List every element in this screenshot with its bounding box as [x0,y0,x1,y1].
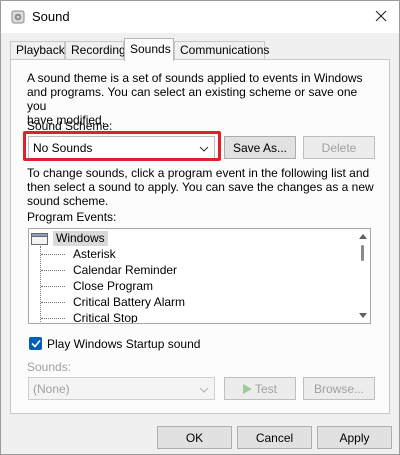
chevron-down-icon [199,143,209,153]
intro-line: A sound theme is a set of sounds applied… [27,71,363,85]
scrollbar-thumb[interactable] [361,245,364,261]
change-line: To change sounds, click a program event … [27,166,370,180]
program-events-label: Program Events: [27,210,117,224]
tab-recording[interactable]: Recording [65,41,126,60]
sound-scheme-value: No Sounds [33,140,93,155]
tree-root-label: Windows [53,231,108,246]
list-item[interactable]: Critical Battery Alarm [73,294,185,310]
delete-button[interactable]: Delete [303,136,375,159]
chevron-down-icon [199,384,209,394]
speaker-icon [11,10,27,24]
tab-communications[interactable]: Communications [174,41,269,60]
title-bar: Sound [1,1,399,33]
test-button[interactable]: Test [224,377,296,400]
apply-button[interactable]: Apply [317,426,392,449]
change-line: then select a sound to apply. You can sa… [27,180,374,194]
sounds-label: Sounds: [27,360,72,374]
change-sounds-text: To change sounds, click a program event … [27,166,377,208]
list-item[interactable]: Calendar Reminder [73,262,177,278]
close-icon [375,10,387,25]
window-app-icon [31,232,48,245]
program-events-list[interactable]: Windows Asterisk Calendar Reminder Close… [28,228,371,324]
sound-dialog: Sound Playback Recording Sounds Communic… [0,0,400,455]
ok-button[interactable]: OK [157,426,232,449]
scroll-up-arrow-icon[interactable] [356,229,370,243]
cancel-button[interactable]: Cancel [237,426,312,449]
tab-sounds[interactable]: Sounds [124,38,174,61]
play-icon [242,383,252,394]
test-button-label: Test [254,381,277,396]
window-title: Sound [32,9,70,24]
startup-sound-checkbox[interactable] [29,337,42,350]
startup-sound-label[interactable]: Play Windows Startup sound [47,337,397,351]
vertical-scrollbar[interactable] [356,229,370,323]
sound-scheme-label: Sound Scheme: [27,119,113,133]
list-item[interactable]: Critical Stop [73,310,138,323]
close-button[interactable] [363,1,399,33]
tree-connector [41,254,65,255]
change-line: sound scheme. [27,194,109,208]
tab-playback[interactable]: Playback [10,41,65,60]
sound-file-value: (None) [33,381,70,396]
sound-scheme-dropdown[interactable]: No Sounds [28,136,215,159]
tree-connector [41,270,65,271]
intro-line: and programs. You can select an existing… [27,85,358,113]
browse-button[interactable]: Browse... [303,377,375,400]
tree-connector [41,302,65,303]
scroll-down-arrow-icon[interactable] [356,309,370,323]
tree-connector [41,318,65,319]
save-as-button[interactable]: Save As... [224,136,296,159]
tree-connector [40,246,41,323]
tree-root-windows[interactable]: Windows [31,231,108,246]
list-item[interactable]: Close Program [73,278,153,294]
sound-file-dropdown[interactable]: (None) [28,377,215,400]
list-item[interactable]: Asterisk [73,246,116,262]
tree-connector [41,286,65,287]
checkmark-icon [30,337,41,351]
sounds-panel: A sound theme is a set of sounds applied… [10,59,390,414]
